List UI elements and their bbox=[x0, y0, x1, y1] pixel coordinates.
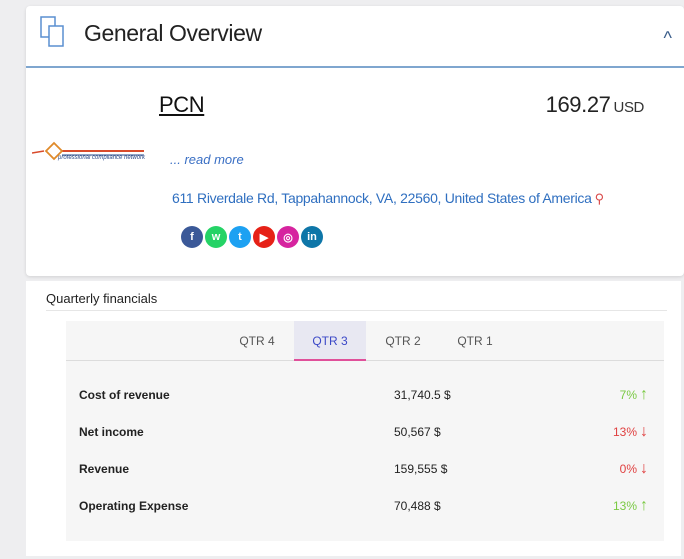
row-value: 70,488 $ bbox=[394, 499, 441, 513]
arrow-up-icon: ↑ bbox=[640, 497, 648, 514]
read-more-link[interactable]: ... read more bbox=[170, 152, 244, 167]
tab-qtr3[interactable]: QTR 3 bbox=[294, 321, 366, 361]
whatsapp-icon[interactable]: w bbox=[205, 226, 227, 248]
address[interactable]: 611 Riverdale Rd, Tappahannock, VA, 2256… bbox=[172, 190, 604, 207]
stock-price: 169.27 USD bbox=[545, 92, 645, 118]
instagram-icon[interactable]: ◎ bbox=[277, 226, 299, 248]
chevron-up-icon[interactable]: ^ bbox=[664, 28, 672, 49]
row-change: 13% ↓ bbox=[613, 424, 648, 440]
tab-qtr1[interactable]: QTR 1 bbox=[440, 321, 510, 361]
card-header[interactable]: General Overview ^ bbox=[26, 6, 684, 68]
map-pin-icon[interactable]: ⚲ bbox=[595, 191, 605, 206]
address-text[interactable]: 611 Riverdale Rd, Tappahannock, VA, 2256… bbox=[172, 190, 592, 206]
row-value: 50,567 $ bbox=[394, 425, 441, 439]
price-currency: USD bbox=[613, 99, 645, 116]
row-value: 31,740.5 $ bbox=[394, 388, 451, 402]
table-row: Cost of revenue 31,740.5 $ 7% ↑ bbox=[66, 385, 664, 405]
price-value: 169.27 bbox=[545, 92, 611, 117]
change-percent: 13% bbox=[612, 499, 637, 513]
quarterly-financials-panel: Quarterly financials QTR 4 QTR 3 QTR 2 Q… bbox=[26, 281, 681, 556]
row-label: Net income bbox=[79, 425, 144, 439]
arrow-down-icon: ↓ bbox=[640, 423, 648, 440]
tab-qtr4[interactable]: QTR 4 bbox=[222, 321, 292, 361]
divider bbox=[46, 310, 667, 311]
youtube-icon[interactable]: ▶ bbox=[253, 226, 275, 248]
row-label: Operating Expense bbox=[79, 499, 189, 513]
row-change: 0% ↓ bbox=[620, 461, 648, 477]
row-value: 159,555 $ bbox=[394, 462, 448, 476]
documents-icon bbox=[40, 16, 64, 47]
facebook-icon[interactable]: f bbox=[181, 226, 203, 248]
arrow-down-icon: ↓ bbox=[640, 460, 648, 477]
social-links: f w t ▶ ◎ in bbox=[181, 226, 323, 248]
financials-table: QTR 4 QTR 3 QTR 2 QTR 1 Cost of revenue … bbox=[66, 321, 664, 541]
row-change: 7% ↑ bbox=[620, 387, 648, 403]
row-change: 13% ↑ bbox=[613, 498, 648, 514]
row-label: Revenue bbox=[79, 462, 130, 476]
table-row: Revenue 159,555 $ 0% ↓ bbox=[66, 459, 664, 479]
change-percent: 7% bbox=[619, 388, 637, 402]
logo-text: professional compliance network bbox=[58, 155, 146, 161]
row-label: Cost of revenue bbox=[79, 388, 170, 402]
panel-title: Quarterly financials bbox=[46, 291, 158, 306]
tab-qtr2[interactable]: QTR 2 bbox=[368, 321, 438, 361]
general-overview-card: General Overview ^ professional complian… bbox=[26, 6, 684, 276]
table-row: Net income 50,567 $ 13% ↓ bbox=[66, 422, 664, 442]
change-percent: 13% bbox=[612, 425, 637, 439]
quarter-tabs: QTR 4 QTR 3 QTR 2 QTR 1 bbox=[66, 321, 664, 361]
company-name-link[interactable]: PCN bbox=[159, 92, 205, 118]
change-percent: 0% bbox=[619, 462, 637, 476]
twitter-icon[interactable]: t bbox=[229, 226, 251, 248]
table-row: Operating Expense 70,488 $ 13% ↑ bbox=[66, 496, 664, 516]
card-title: General Overview bbox=[84, 20, 262, 46]
company-logo bbox=[32, 141, 144, 161]
arrow-up-icon: ↑ bbox=[640, 386, 648, 403]
linkedin-icon[interactable]: in bbox=[301, 226, 323, 248]
